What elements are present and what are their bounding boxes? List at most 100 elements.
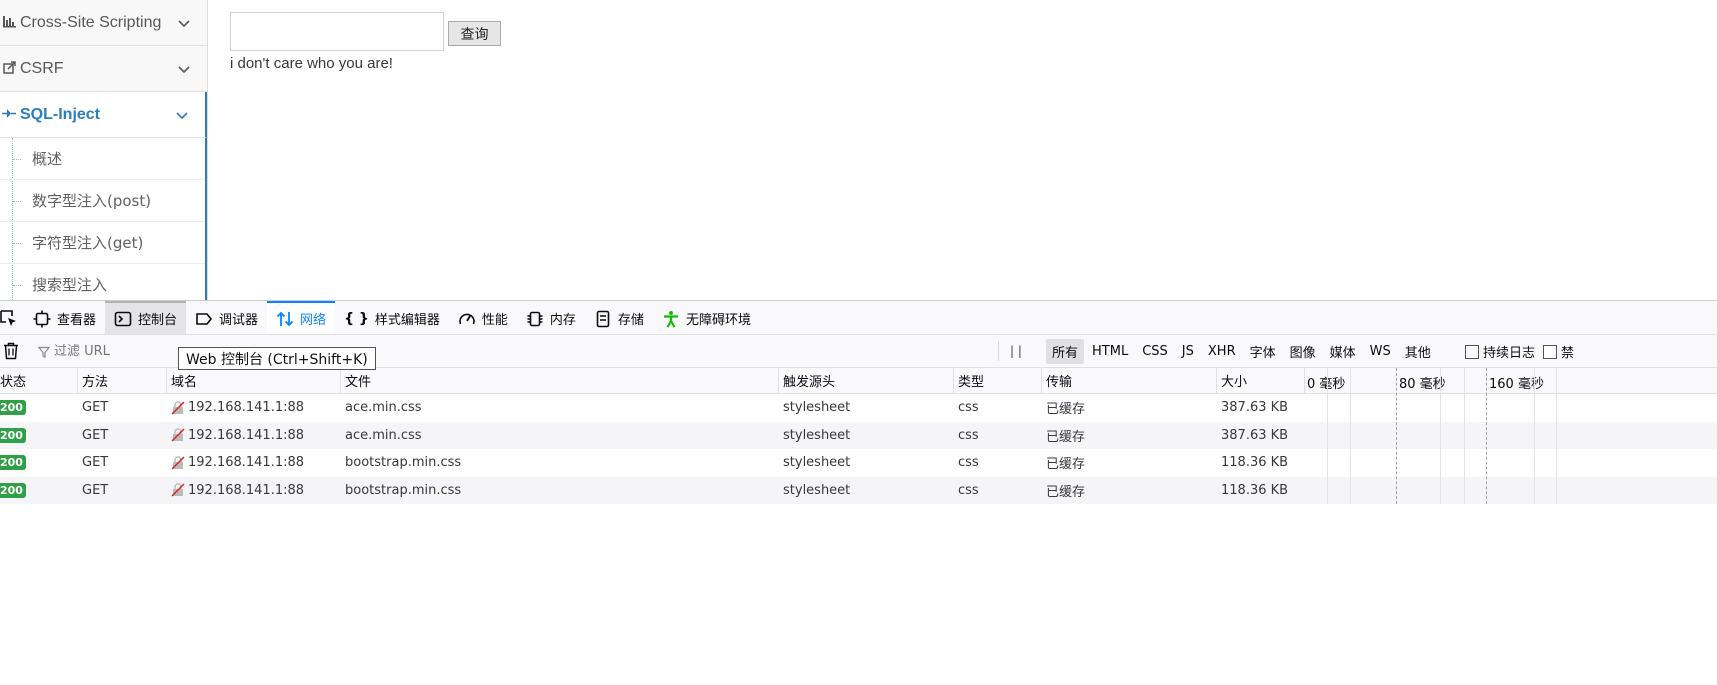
submenu-item[interactable]: 数字型注入(post) [0,180,205,222]
transferred-cell: 已缓存 [1046,457,1086,473]
size-cell: 118.36 KB [1221,482,1289,498]
tab-inspector[interactable]: 查看器 [24,301,105,334]
insecure-lock-icon [171,401,185,415]
size-cell: 387.63 KB [1221,427,1289,443]
style-editor-icon: { } [344,310,369,327]
column-status[interactable]: 状态 [0,368,78,393]
domain-cell: 192.168.141.1:88 [188,482,305,498]
query-button[interactable]: 查询 [448,21,501,46]
inspector-icon [33,310,51,327]
cause-cell: stylesheet [783,400,851,416]
sidebar-item-label: Cross-Site Scripting [20,13,162,31]
column-cause[interactable]: 触发源头 [779,368,954,393]
type-filter-group: 所有 HTML CSS JS XHR 字体 图像 媒体 WS 其他 [1046,335,1439,368]
disable-cache-toggle[interactable]: 禁 [1543,335,1574,368]
status-badge: 200 [0,455,26,471]
sidebar-item-sql-inject[interactable]: SQL-Inject [0,92,207,138]
table-row[interactable]: 200 GET 192.168.141.1:88 ace.min.css sty… [0,421,1717,450]
transferred-cell: 已缓存 [1046,484,1086,500]
type-cell: css [958,455,979,471]
sidebar-item-label: CSRF [20,59,64,77]
tab-console[interactable]: 控制台 [105,301,187,334]
bar-chart-icon [2,15,16,31]
file-cell: bootstrap.min.css [345,482,462,498]
cause-cell: stylesheet [783,455,851,471]
persist-log-toggle[interactable]: 持续日志 [1465,335,1535,368]
domain-cell: 192.168.141.1:88 [188,427,305,443]
tab-debugger[interactable]: 调试器 [186,301,267,334]
filter-fonts[interactable]: 字体 [1244,339,1282,364]
column-type[interactable]: 类型 [954,368,1042,393]
domain-cell: 192.168.141.1:88 [188,400,305,416]
table-row[interactable]: 200 GET 192.168.141.1:88 bootstrap.min.c… [0,476,1717,504]
insecure-lock-icon [171,428,185,442]
cause-cell: stylesheet [783,427,851,443]
network-toolbar: Web 控制台 (Ctrl+Shift+K) | | 所有 HTML CSS J… [0,335,1717,370]
chevron-down-icon [178,65,190,73]
sidebar: Cross-Site Scripting CSRF SQL-Inject 概述 … [0,0,208,330]
filter-images[interactable]: 图像 [1284,339,1322,364]
column-size[interactable]: 大小 [1217,368,1305,393]
filter-other[interactable]: 其他 [1399,339,1437,364]
chevron-down-icon [176,111,188,119]
performance-icon [459,313,475,324]
column-method[interactable]: 方法 [78,368,167,393]
filter-all[interactable]: 所有 [1046,339,1085,364]
memory-icon [527,311,543,326]
submenu-item[interactable]: 概述 [0,138,205,180]
result-text: i don't care who you are! [230,55,393,72]
method-cell: GET [82,455,109,471]
devtools-panel: 查看器 控制台 调试器 网络 { } 样式编辑器 性能 内存 存储 无障碍环境 … [0,300,1717,685]
filter-ws[interactable]: WS [1364,341,1397,362]
share-icon [2,60,16,77]
chevron-down-icon [178,19,190,27]
submenu-item[interactable]: 字符型注入(get) [0,222,205,264]
filter-media[interactable]: 媒体 [1324,339,1362,364]
column-transferred[interactable]: 传输 [1042,368,1217,393]
size-cell: 387.63 KB [1221,400,1289,416]
sidebar-item-label: SQL-Inject [20,105,101,123]
filter-xhr[interactable]: XHR [1202,341,1242,362]
insecure-lock-icon [171,456,185,470]
column-waterfall[interactable]: 0 毫秒 80 毫秒 160 毫秒 [1305,368,1717,393]
persist-log-checkbox[interactable] [1465,344,1479,359]
main-content: 查询 i don't care who you are! [208,0,1717,300]
status-badge: 200 [0,482,26,498]
table-row[interactable]: 200 GET 192.168.141.1:88 ace.min.css sty… [0,394,1717,422]
cause-cell: stylesheet [783,482,851,498]
tab-accessibility[interactable]: 无障碍环境 [653,301,760,334]
pause-button[interactable]: | | [1010,344,1022,358]
sidebar-item-xss[interactable]: Cross-Site Scripting [0,0,207,46]
debugger-icon [196,312,213,325]
request-table-header: 状态 方法 域名 文件 触发源头 类型 传输 大小 0 毫秒 80 毫秒 160… [0,368,1717,394]
filter-css[interactable]: CSS [1136,341,1174,362]
table-row[interactable]: 200 GET 192.168.141.1:88 bootstrap.min.c… [0,449,1717,477]
element-picker-icon [0,309,16,326]
transferred-cell: 已缓存 [1046,402,1086,418]
waterfall-tick: 80 毫秒 [1399,377,1446,392]
element-picker-button[interactable] [0,301,24,334]
devtools-tabbar: 查看器 控制台 调试器 网络 { } 样式编辑器 性能 内存 存储 无障碍环境 [0,301,1717,335]
column-domain[interactable]: 域名 [167,368,341,393]
tab-memory[interactable]: 内存 [517,301,585,334]
filter-js[interactable]: JS [1176,341,1200,362]
clear-button[interactable] [0,342,22,360]
waterfall-cell [1305,449,1717,477]
tab-storage[interactable]: 存储 [585,301,653,334]
disable-cache-checkbox[interactable] [1543,344,1557,359]
status-badge: 200 [0,427,26,443]
sql-inject-submenu: 概述 数字型注入(post) 字符型注入(get) 搜索型注入 [0,138,207,306]
method-cell: GET [82,482,109,498]
type-cell: css [958,400,979,416]
sidebar-item-csrf[interactable]: CSRF [0,46,207,92]
filter-html[interactable]: HTML [1086,341,1134,362]
tab-network[interactable]: 网络 [267,301,336,334]
console-icon [114,311,132,326]
waterfall-tick: 0 毫秒 [1307,377,1346,392]
column-file[interactable]: 文件 [341,368,779,393]
type-cell: css [958,427,979,443]
tab-performance[interactable]: 性能 [449,301,517,334]
tab-style-editor[interactable]: { } 样式编辑器 [335,301,449,334]
query-input[interactable] [230,12,444,51]
waterfall-cell [1305,422,1717,450]
